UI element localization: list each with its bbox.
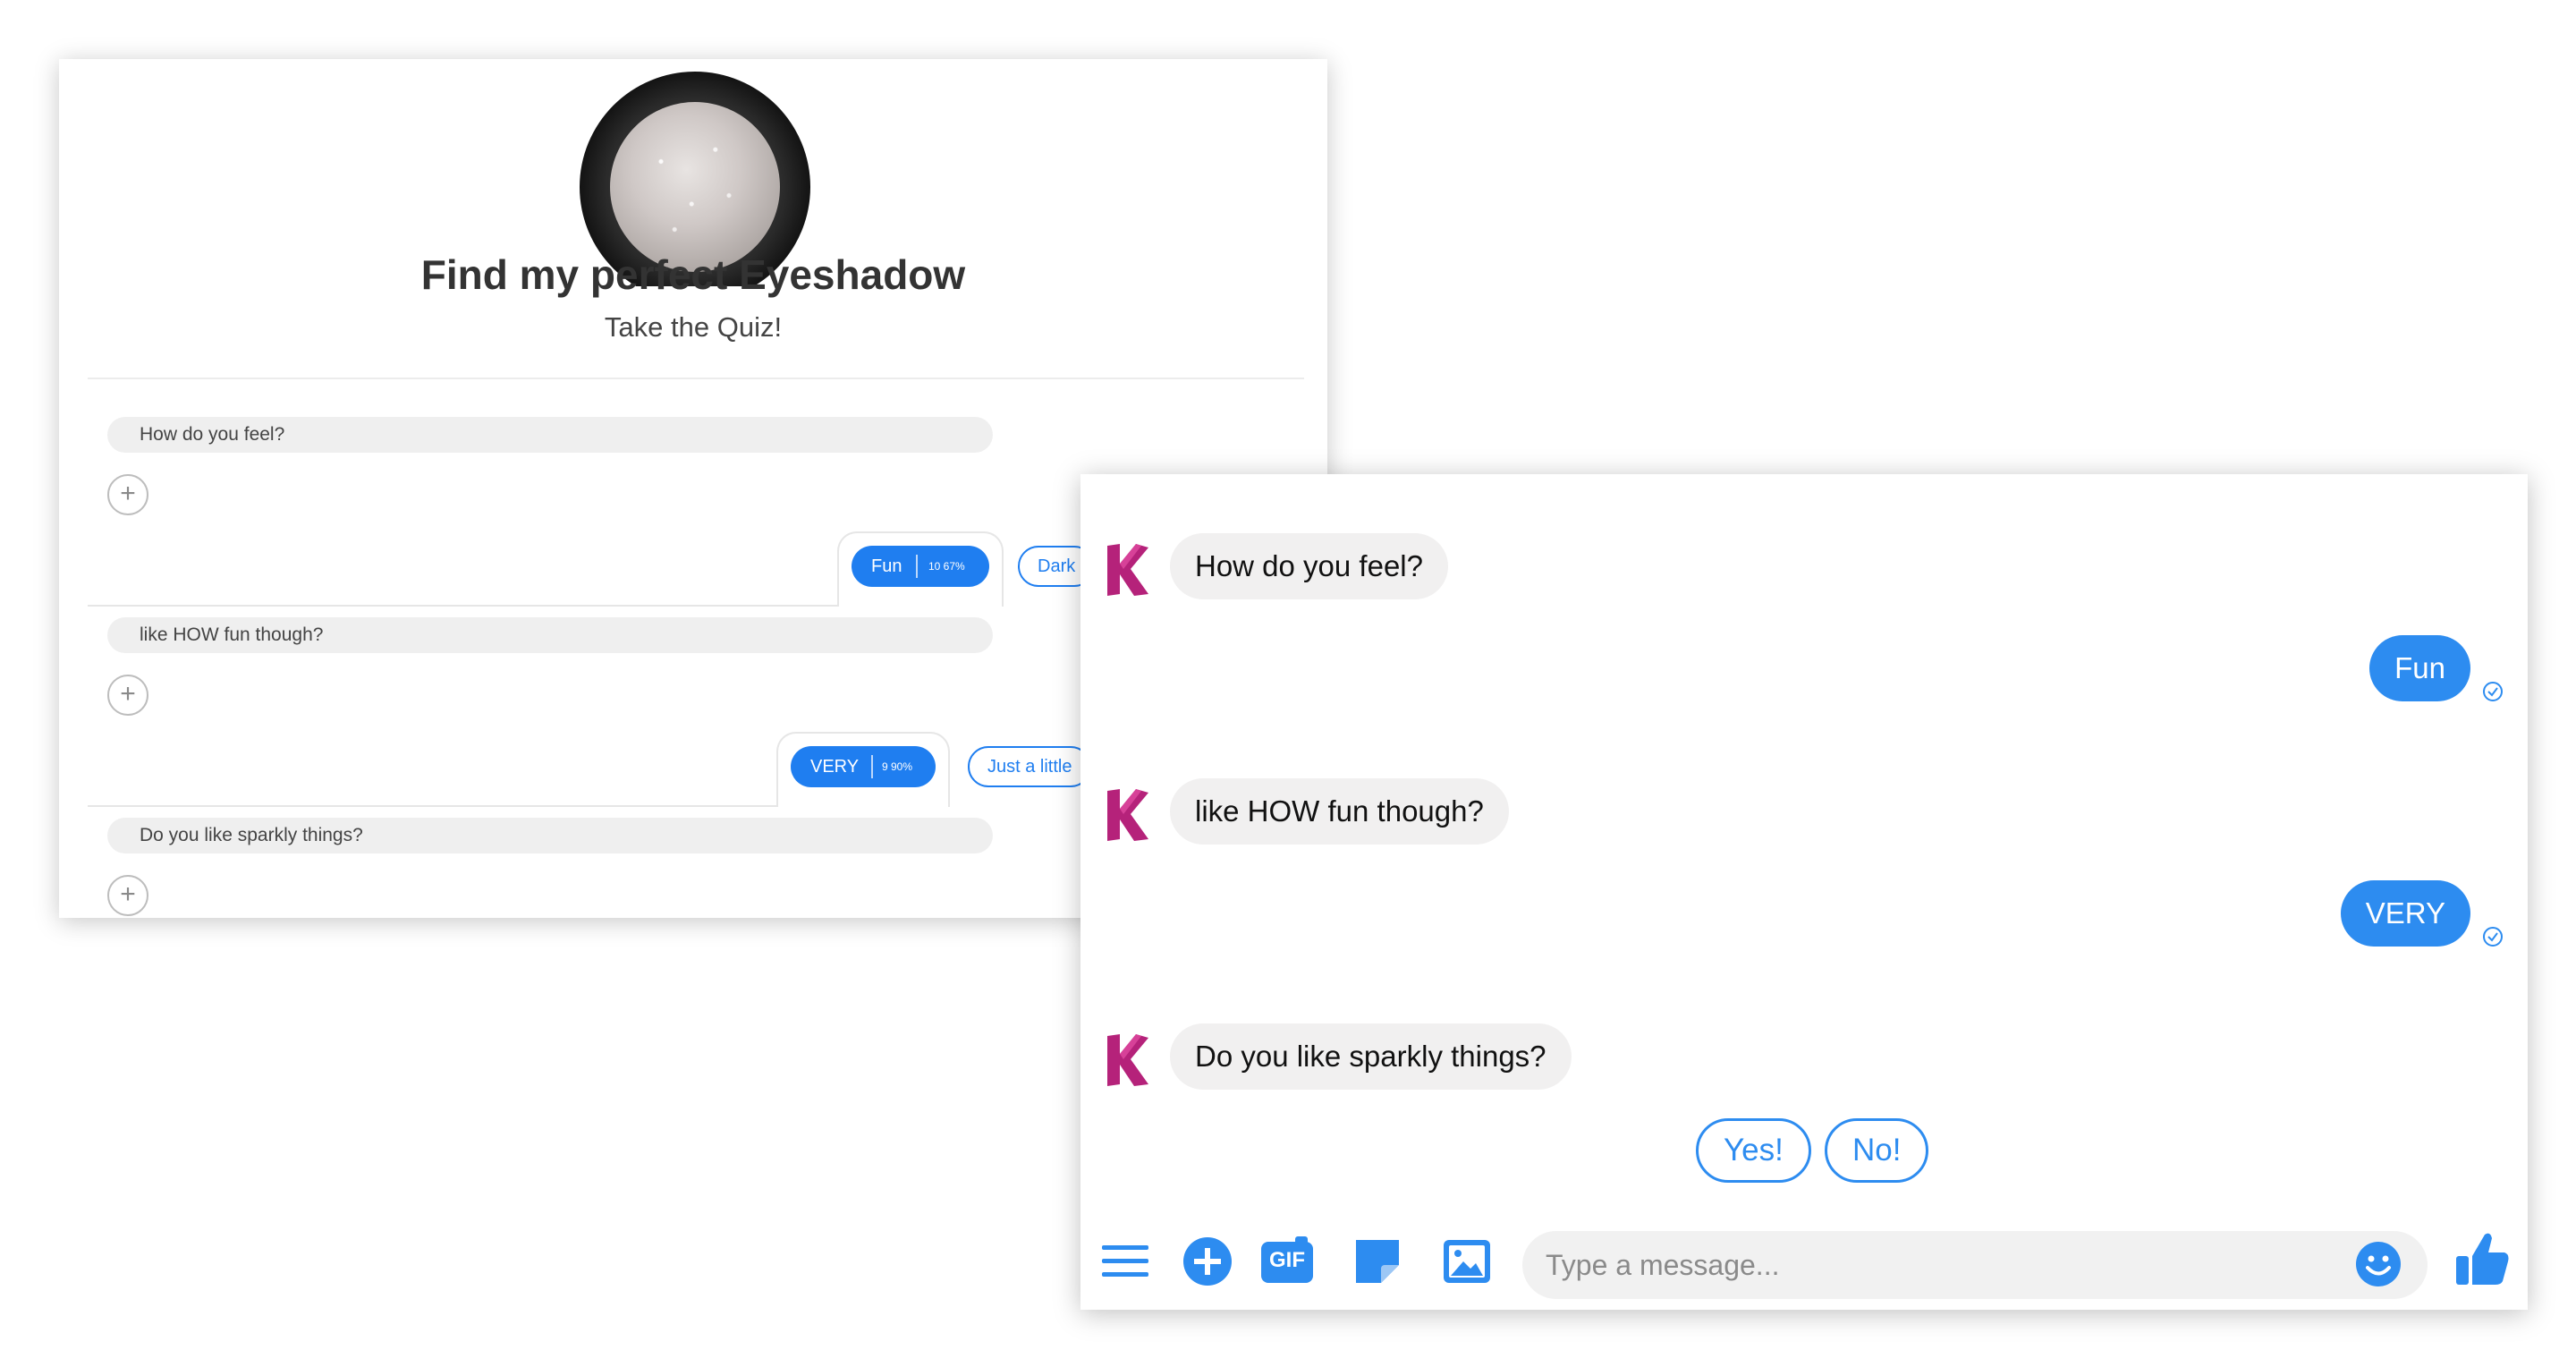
emoji-icon[interactable]: [2354, 1240, 2402, 1288]
add-icon[interactable]: [1181, 1235, 1234, 1288]
divider: [88, 378, 1304, 379]
question-field[interactable]: like HOW fun though?: [107, 617, 993, 653]
thumbs-up-icon[interactable]: [2454, 1229, 2512, 1288]
photo-icon[interactable]: [1440, 1235, 1494, 1288]
bot-message: Do you like sparkly things?: [1170, 1023, 1572, 1090]
answer-label: Fun: [871, 556, 902, 576]
quick-reply-no[interactable]: No!: [1825, 1118, 1929, 1183]
quick-reply-yes[interactable]: Yes!: [1696, 1118, 1811, 1183]
answer-label: VERY: [810, 757, 860, 777]
bot-message: like HOW fun though?: [1170, 778, 1509, 845]
message-input[interactable]: [1522, 1231, 2428, 1299]
answer-stat: 9 90%: [882, 760, 913, 773]
menu-icon[interactable]: [1098, 1235, 1152, 1288]
bot-message: How do you feel?: [1170, 533, 1448, 599]
answer-stat: 10 67%: [928, 560, 965, 573]
delivered-check-icon: [2483, 682, 2503, 701]
question-field[interactable]: How do you feel?: [107, 417, 993, 453]
gif-icon[interactable]: GIF: [1259, 1235, 1315, 1288]
add-answer-button[interactable]: +: [107, 875, 148, 916]
user-message: VERY: [2340, 880, 2470, 947]
answer-option[interactable]: Just a little: [968, 746, 1092, 787]
question-field[interactable]: Do you like sparkly things?: [107, 818, 993, 853]
answer-option-selected[interactable]: VERY 9 90%: [791, 746, 936, 787]
k-logo-icon: [1107, 789, 1148, 841]
quiz-subtitle: Take the Quiz!: [604, 311, 783, 343]
add-answer-button[interactable]: +: [107, 675, 148, 716]
messenger-chat-card: How do you feel? Fun like HOW fun though…: [1080, 474, 2528, 1310]
delivered-check-icon: [2483, 927, 2503, 947]
k-logo-icon: [1107, 544, 1148, 596]
add-answer-button[interactable]: +: [107, 474, 148, 515]
user-message: Fun: [2369, 635, 2470, 701]
quiz-title: Find my perfect Eyeshadow: [420, 251, 966, 298]
sticker-icon[interactable]: [1351, 1235, 1404, 1288]
k-logo-icon: [1107, 1034, 1148, 1086]
answer-option-selected[interactable]: Fun 10 67%: [852, 546, 989, 587]
